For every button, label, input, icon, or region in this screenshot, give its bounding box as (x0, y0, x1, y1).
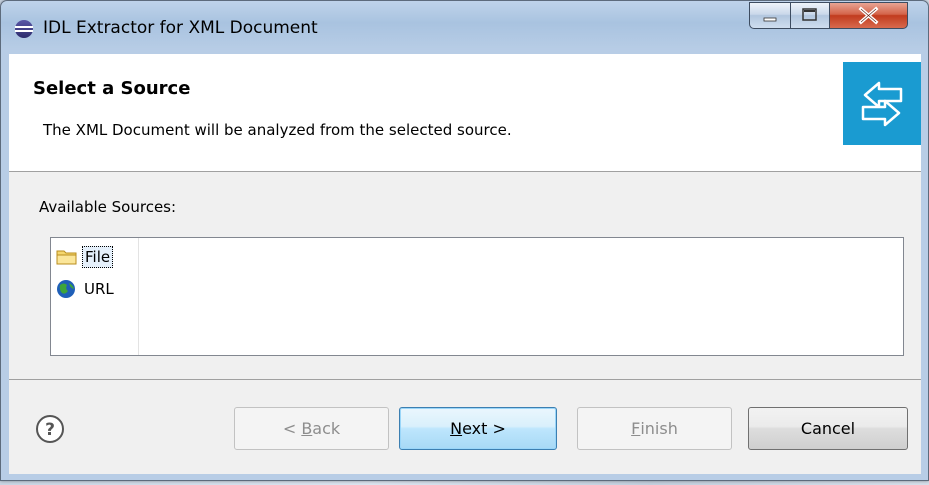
list-column-divider (138, 238, 139, 355)
button-bar-divider (9, 379, 921, 380)
close-icon (858, 6, 879, 25)
globe-icon (57, 280, 75, 298)
list-item-label: URL (84, 280, 114, 298)
list-item-file[interactable]: File (56, 245, 114, 269)
sources-list[interactable]: File URL (50, 237, 904, 356)
help-icon[interactable]: ? (35, 414, 65, 444)
minimize-icon (763, 17, 777, 22)
next-mnemonic: N (450, 419, 463, 438)
back-prefix: < (282, 419, 302, 438)
wizard-window: IDL Extractor for XML Document Select a … (0, 0, 929, 481)
minimize-button[interactable] (749, 2, 791, 29)
maximize-icon (802, 8, 817, 21)
wizard-header: Select a Source The XML Document will be… (9, 54, 921, 172)
eclipse-icon (15, 20, 33, 38)
finish-mnemonic: F (631, 419, 641, 438)
cancel-button[interactable]: Cancel (748, 407, 908, 450)
wizard-arrows-icon (843, 62, 921, 145)
back-button[interactable]: < Back (234, 407, 389, 450)
svg-text:?: ? (45, 420, 55, 440)
list-item-url[interactable]: URL (56, 277, 116, 301)
maximize-button[interactable] (790, 2, 830, 29)
finish-button[interactable]: Finish (577, 407, 732, 450)
wizard-client-area: Select a Source The XML Document will be… (9, 54, 921, 474)
next-rest: ext > (462, 419, 506, 438)
list-item-label: File (82, 246, 114, 268)
page-description: The XML Document will be analyzed from t… (43, 121, 512, 139)
available-sources-label: Available Sources: (39, 198, 177, 216)
back-rest: ack (312, 419, 341, 438)
finish-rest: inish (640, 419, 678, 438)
page-title: Select a Source (33, 78, 191, 99)
back-mnemonic: B (301, 419, 313, 438)
close-button[interactable] (829, 2, 908, 29)
window-title: IDL Extractor for XML Document (43, 18, 318, 38)
title-bar[interactable]: IDL Extractor for XML Document (1, 1, 928, 55)
folder-icon (56, 250, 77, 265)
next-button[interactable]: Next > (399, 407, 557, 450)
